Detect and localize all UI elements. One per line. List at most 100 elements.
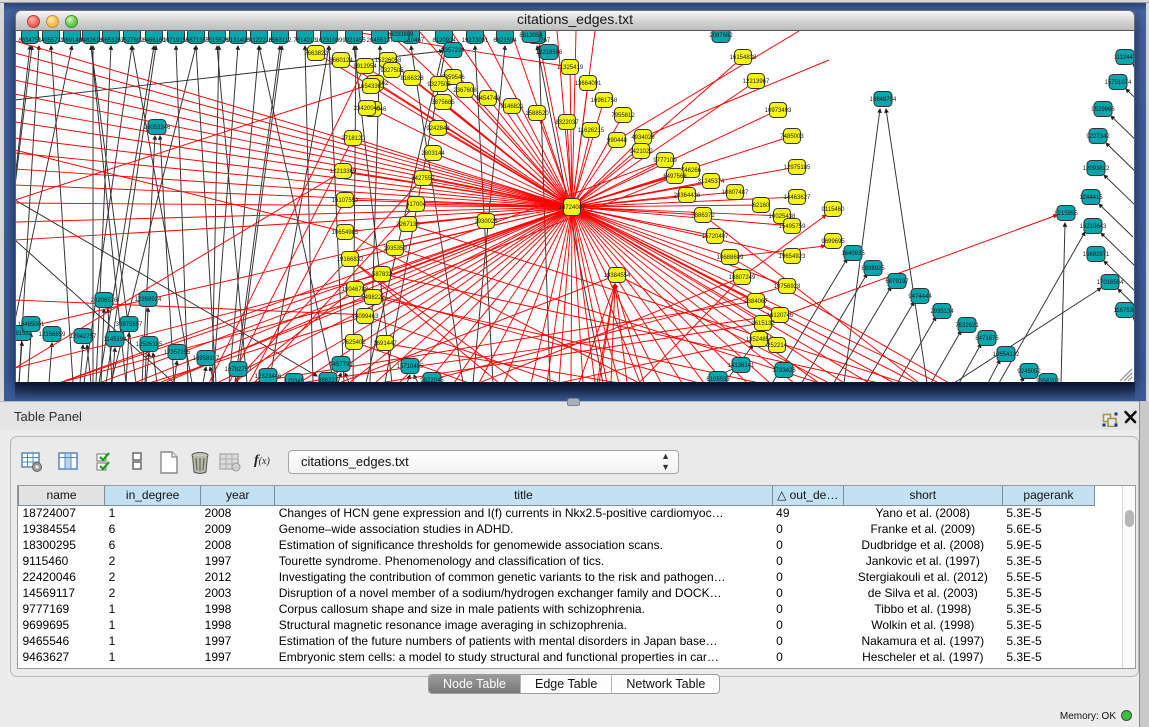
svg-text:19166832: 19166832 bbox=[337, 257, 364, 263]
svg-text:19384554: 19384554 bbox=[604, 273, 631, 279]
svg-text:8813054: 8813054 bbox=[519, 33, 543, 39]
svg-text:15710485: 15710485 bbox=[397, 364, 424, 370]
svg-text:9327505: 9327505 bbox=[427, 82, 451, 88]
svg-text:7625402: 7625402 bbox=[342, 340, 366, 346]
svg-text:16485001: 16485001 bbox=[18, 322, 45, 328]
svg-text:3875685: 3875685 bbox=[431, 100, 455, 106]
svg-text:19273001: 19273001 bbox=[462, 38, 489, 44]
svg-text:9529966: 9529966 bbox=[1091, 107, 1115, 113]
svg-text:2935134: 2935134 bbox=[930, 309, 954, 315]
svg-text:7955812: 7955812 bbox=[611, 113, 635, 119]
svg-text:1935359: 1935359 bbox=[383, 246, 407, 252]
svg-text:4934028: 4934028 bbox=[631, 135, 655, 141]
svg-text:1691447: 1691447 bbox=[373, 341, 397, 347]
svg-text:8454749: 8454749 bbox=[476, 96, 500, 102]
svg-text:19654923: 19654923 bbox=[779, 254, 806, 260]
svg-text:12975185: 12975185 bbox=[784, 165, 811, 171]
svg-text:14136141: 14136141 bbox=[728, 363, 755, 369]
svg-text:62160: 62160 bbox=[753, 203, 770, 209]
svg-text:20206576: 20206576 bbox=[91, 298, 118, 304]
svg-text:12156859: 12156859 bbox=[39, 332, 66, 338]
svg-text:12213369: 12213369 bbox=[330, 169, 357, 175]
svg-text:7886372: 7886372 bbox=[691, 213, 715, 219]
svg-text:587832: 587832 bbox=[372, 272, 393, 278]
svg-text:6821504: 6821504 bbox=[493, 38, 517, 44]
svg-text:20364436: 20364436 bbox=[674, 193, 701, 199]
svg-text:12213967: 12213967 bbox=[743, 79, 770, 85]
svg-text:12359924: 12359924 bbox=[135, 297, 162, 303]
svg-text:1588520: 1588520 bbox=[525, 111, 549, 117]
svg-text:12505185: 12505185 bbox=[136, 342, 163, 348]
svg-text:10654985: 10654985 bbox=[332, 230, 359, 236]
svg-text:10756928: 10756928 bbox=[774, 284, 801, 290]
svg-text:1167534: 1167534 bbox=[1114, 308, 1134, 314]
svg-text:13958107: 13958107 bbox=[193, 356, 220, 362]
svg-text:12942757: 12942757 bbox=[70, 334, 97, 340]
svg-text:1527602: 1527602 bbox=[120, 38, 144, 44]
svg-text:252214: 252214 bbox=[767, 343, 788, 349]
svg-text:16782759: 16782759 bbox=[225, 367, 252, 373]
svg-text:30975857: 30975857 bbox=[116, 322, 143, 328]
svg-text:18724007: 18724007 bbox=[559, 205, 586, 211]
svg-text:15495759: 15495759 bbox=[779, 224, 806, 230]
svg-text:16231009: 16231009 bbox=[316, 38, 343, 44]
svg-text:12323446: 12323446 bbox=[255, 374, 282, 380]
svg-text:15692971: 15692971 bbox=[1083, 252, 1110, 258]
svg-text:8563112: 8563112 bbox=[269, 38, 293, 44]
svg-text:15720407: 15720407 bbox=[702, 234, 729, 240]
svg-text:9146821: 9146821 bbox=[500, 104, 524, 110]
svg-text:10973493: 10973493 bbox=[765, 108, 792, 114]
svg-text:9227342: 9227342 bbox=[1086, 134, 1110, 140]
svg-text:1640935: 1640935 bbox=[841, 251, 865, 257]
svg-text:31245374: 31245374 bbox=[698, 179, 725, 185]
svg-text:13664091: 13664091 bbox=[575, 81, 602, 87]
svg-text:10688609: 10688609 bbox=[717, 255, 744, 261]
svg-text:6105033: 6105033 bbox=[706, 377, 730, 382]
svg-text:23420046: 23420046 bbox=[354, 106, 381, 112]
svg-text:988221: 988221 bbox=[318, 378, 339, 382]
svg-text:8186328: 8186328 bbox=[400, 76, 424, 82]
svg-text:16033809: 16033809 bbox=[387, 32, 414, 38]
svg-text:8912954: 8912954 bbox=[353, 64, 377, 70]
svg-text:16210643: 16210643 bbox=[1080, 224, 1107, 230]
svg-text:9822045: 9822045 bbox=[420, 378, 444, 382]
svg-text:9384067: 9384067 bbox=[744, 299, 768, 305]
svg-text:16154838: 16154838 bbox=[730, 55, 757, 61]
svg-text:10654122: 10654122 bbox=[993, 352, 1020, 358]
svg-text:1421022: 1421022 bbox=[629, 149, 653, 155]
svg-text:9327505: 9327505 bbox=[380, 68, 404, 74]
svg-text:417004: 417004 bbox=[406, 202, 427, 208]
svg-text:8215955: 8215955 bbox=[1054, 211, 1078, 217]
svg-text:7357224: 7357224 bbox=[441, 48, 465, 54]
svg-text:20455137: 20455137 bbox=[367, 38, 394, 44]
svg-text:14099463: 14099463 bbox=[352, 314, 379, 320]
svg-text:26053346: 26053346 bbox=[144, 125, 171, 131]
svg-text:16543362: 16543362 bbox=[358, 84, 385, 90]
svg-text:10807487: 10807487 bbox=[722, 190, 749, 196]
svg-text:6497568: 6497568 bbox=[663, 174, 687, 180]
svg-text:1930025: 1930025 bbox=[474, 219, 498, 225]
svg-text:2087682: 2087682 bbox=[709, 33, 733, 39]
svg-text:6879197: 6879197 bbox=[885, 279, 909, 285]
svg-text:9777109: 9777109 bbox=[653, 158, 677, 164]
svg-text:2367608: 2367608 bbox=[453, 88, 477, 94]
svg-text:2803144: 2803144 bbox=[421, 151, 445, 157]
svg-text:14463627: 14463627 bbox=[784, 195, 811, 201]
svg-text:5498222: 5498222 bbox=[361, 295, 385, 301]
svg-text:17357255: 17357255 bbox=[164, 350, 191, 356]
svg-text:15751074: 15751074 bbox=[1105, 80, 1132, 86]
svg-text:9699695: 9699695 bbox=[821, 239, 845, 245]
svg-text:9245052: 9245052 bbox=[1017, 369, 1041, 375]
svg-text:17016504: 17016504 bbox=[1097, 280, 1124, 286]
svg-text:9356202: 9356202 bbox=[1036, 379, 1060, 382]
svg-text:12093822: 12093822 bbox=[1083, 166, 1110, 172]
svg-text:8938925: 8938925 bbox=[861, 266, 885, 272]
svg-text:990448: 990448 bbox=[607, 138, 628, 144]
svg-text:1733426: 1733426 bbox=[772, 368, 796, 374]
svg-text:7485003: 7485003 bbox=[780, 134, 804, 140]
svg-text:8322037: 8322037 bbox=[555, 120, 579, 126]
svg-text:7614213: 7614213 bbox=[293, 38, 317, 44]
svg-text:7663822: 7663822 bbox=[304, 51, 328, 57]
svg-text:129345: 129345 bbox=[284, 379, 305, 382]
svg-text:11325419: 11325419 bbox=[557, 65, 584, 71]
